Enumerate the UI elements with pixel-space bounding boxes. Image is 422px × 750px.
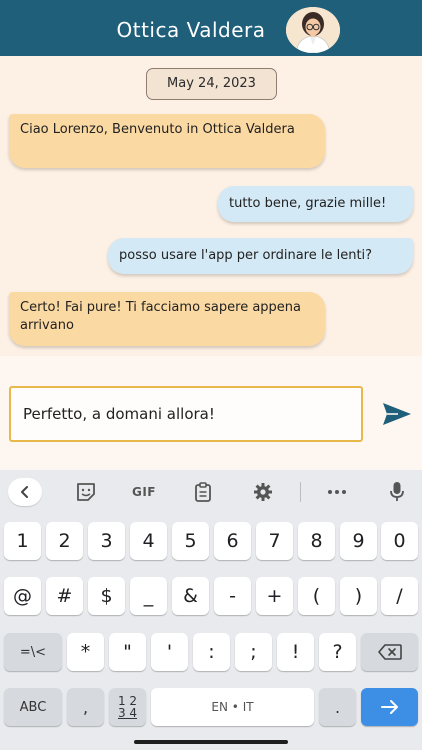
- key-4[interactable]: 4: [130, 522, 167, 560]
- key-exclamation[interactable]: !: [277, 633, 314, 671]
- key-minus[interactable]: -: [214, 577, 251, 615]
- key-close-paren[interactable]: ): [340, 577, 377, 615]
- more-button[interactable]: [325, 478, 349, 506]
- key-semicolon[interactable]: ;: [235, 633, 272, 671]
- key-question[interactable]: ?: [319, 633, 356, 671]
- home-indicator[interactable]: [134, 740, 288, 744]
- toolbar-divider: [300, 482, 301, 502]
- date-separator: May 24, 2023: [146, 68, 277, 100]
- key-single-quote[interactable]: ': [151, 633, 188, 671]
- key-asterisk[interactable]: *: [67, 633, 104, 671]
- optician-avatar-icon: [286, 7, 340, 53]
- message-sent: tutto bene, grazie mille!: [218, 186, 413, 222]
- key-abc[interactable]: ABC: [4, 688, 62, 726]
- avatar[interactable]: [286, 7, 340, 53]
- sticker-icon: [77, 483, 95, 501]
- keyboard-toolbar: GIF: [0, 470, 422, 514]
- key-3[interactable]: 3: [88, 522, 125, 560]
- key-hash[interactable]: #: [46, 577, 83, 615]
- key-colon[interactable]: :: [193, 633, 230, 671]
- key-underscore[interactable]: _: [130, 577, 167, 615]
- key-6[interactable]: 6: [214, 522, 251, 560]
- chevron-left-icon: [21, 486, 28, 498]
- numpad-bottom: 3 4: [117, 706, 138, 720]
- message-input[interactable]: [9, 386, 363, 442]
- gear-icon: [254, 483, 272, 501]
- send-button[interactable]: [380, 400, 414, 428]
- key-dollar[interactable]: $: [88, 577, 125, 615]
- key-period[interactable]: .: [319, 688, 356, 726]
- microphone-button[interactable]: [385, 478, 409, 506]
- arrow-right-icon: [380, 700, 398, 714]
- message-sent: posso usare l'app per ordinare le lenti?: [108, 238, 413, 274]
- clipboard-icon: [195, 482, 211, 502]
- key-at[interactable]: @: [4, 577, 41, 615]
- key-more-symbols[interactable]: =\<: [4, 633, 62, 671]
- chat-area[interactable]: May 24, 2023 Ciao Lorenzo, Benvenuto in …: [0, 56, 422, 356]
- keyboard: GIF 1 2 3 4 5 6 7 8 9 0 @ # $ _ & - + (…: [0, 470, 422, 750]
- key-comma[interactable]: ,: [67, 688, 104, 726]
- key-0[interactable]: 0: [381, 522, 418, 560]
- space-bar[interactable]: EN • IT: [151, 688, 314, 726]
- key-double-quote[interactable]: ": [109, 633, 146, 671]
- key-7[interactable]: 7: [256, 522, 293, 560]
- message-composer: [0, 356, 422, 470]
- send-icon: [383, 403, 411, 425]
- key-8[interactable]: 8: [298, 522, 335, 560]
- app-header: Ottica Valdera: [0, 0, 422, 56]
- numpad-label: 1 2 3 4: [118, 695, 137, 719]
- backspace-icon: [377, 644, 402, 660]
- key-enter[interactable]: [361, 688, 418, 726]
- clipboard-button[interactable]: [191, 478, 215, 506]
- key-5[interactable]: 5: [172, 522, 209, 560]
- key-2[interactable]: 2: [46, 522, 83, 560]
- keyboard-back-button[interactable]: [8, 478, 42, 506]
- gif-button[interactable]: GIF: [128, 478, 160, 506]
- message-received: Ciao Lorenzo, Benvenuto in Ottica Valder…: [9, 114, 325, 168]
- settings-button[interactable]: [251, 478, 275, 506]
- key-plus[interactable]: +: [256, 577, 293, 615]
- key-1[interactable]: 1: [4, 522, 41, 560]
- message-received: Certo! Fai pure! Ti facciamo sapere appe…: [9, 292, 325, 346]
- microphone-icon: [390, 482, 404, 501]
- key-open-paren[interactable]: (: [298, 577, 335, 615]
- more-icon: [328, 490, 346, 494]
- key-9[interactable]: 9: [340, 522, 377, 560]
- sticker-button[interactable]: [73, 478, 99, 506]
- key-ampersand[interactable]: &: [172, 577, 209, 615]
- key-backspace[interactable]: [361, 633, 418, 671]
- key-numpad[interactable]: 1 2 3 4: [109, 688, 146, 726]
- key-slash[interactable]: /: [381, 577, 418, 615]
